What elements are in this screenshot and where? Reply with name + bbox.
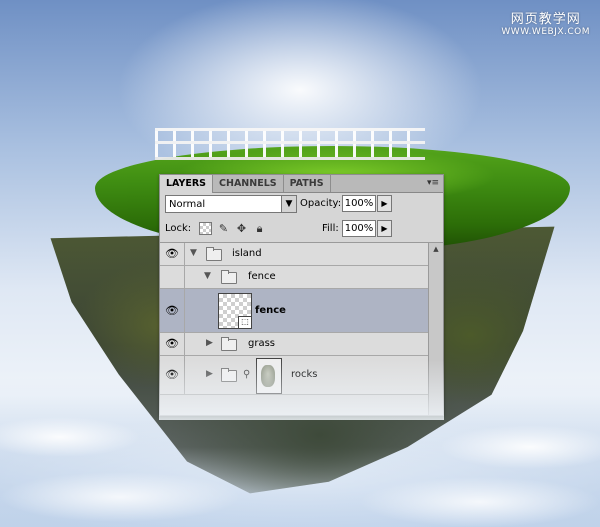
folder-icon: [221, 270, 237, 284]
visibility-toggle[interactable]: 👁︎: [160, 243, 185, 265]
lock-image-pixels-icon[interactable]: ✎: [217, 222, 230, 235]
lock-label: Lock:: [165, 223, 192, 234]
fill-slider-arrow-icon[interactable]: ▶: [377, 220, 392, 237]
layer-mask-thumbnail: [256, 358, 282, 394]
layer-row-fence[interactable]: 👁︎ ⬚ fence: [160, 289, 428, 333]
tab-channels[interactable]: CHANNELS: [213, 175, 284, 192]
opacity-label: Opacity:: [300, 198, 342, 209]
folder-icon: [221, 337, 237, 351]
folder-icon: [221, 368, 237, 382]
layer-name: fence: [255, 304, 286, 316]
opacity-slider-arrow-icon[interactable]: ▶: [377, 195, 392, 212]
expand-triangle-icon[interactable]: ▼: [204, 271, 211, 281]
eye-icon: 👁︎: [165, 303, 179, 317]
smart-object-icon: ⬚: [238, 316, 252, 329]
layer-row-grass[interactable]: 👁︎ ▶ grass: [160, 333, 428, 356]
layer-row-fence-group[interactable]: ▼ fence: [160, 266, 428, 289]
visibility-toggle[interactable]: 👁︎: [160, 289, 185, 332]
expand-triangle-icon[interactable]: ▼: [190, 248, 197, 258]
panel-tab-bar: LAYERS CHANNELS PATHS ▾≡: [160, 175, 443, 193]
tab-paths[interactable]: PATHS: [284, 175, 331, 192]
collapsed-triangle-icon[interactable]: ▶: [206, 369, 213, 379]
opacity-field[interactable]: 100%: [342, 195, 376, 212]
layers-panel: LAYERS CHANNELS PATHS ▾≡ Normal ▼ Opacit…: [159, 174, 444, 416]
lock-fill-row: Lock: ✎ ✥ 🔒︎ Fill: 100% ▶: [163, 220, 440, 240]
lock-position-icon[interactable]: ✥: [235, 222, 248, 235]
visibility-toggle[interactable]: [160, 266, 185, 288]
eye-icon: 👁︎: [165, 247, 179, 260]
layers-list: 👁︎ ▼ island ▼ fence 👁︎ ⬚ fence 👁︎ ▶ gras…: [160, 243, 428, 395]
fill-label: Fill:: [322, 223, 339, 234]
lock-all-icon[interactable]: 🔒︎: [253, 222, 266, 235]
blend-mode-value: Normal: [169, 199, 206, 210]
chevron-down-icon[interactable]: ▼: [281, 195, 297, 213]
layer-name: island: [232, 248, 262, 259]
layer-name: fence: [248, 271, 276, 282]
collapsed-triangle-icon[interactable]: ▶: [206, 338, 213, 348]
eye-icon: 👁︎: [165, 337, 179, 350]
fill-field[interactable]: 100%: [342, 220, 376, 237]
scroll-up-icon[interactable]: ▲: [429, 243, 443, 256]
layer-row-island[interactable]: 👁︎ ▼ island: [160, 243, 428, 266]
blend-opacity-row: Normal ▼ Opacity: 100% ▶: [163, 195, 440, 217]
blend-mode-select[interactable]: Normal ▼: [165, 195, 297, 213]
link-icon[interactable]: ⚲: [243, 369, 250, 380]
watermark-url: WWW.WEBJX.COM: [501, 27, 590, 37]
folder-icon: [206, 247, 222, 261]
layer-name: grass: [248, 338, 276, 349]
white-fence: [155, 128, 425, 160]
visibility-toggle[interactable]: 👁︎: [160, 333, 185, 355]
tab-layers[interactable]: LAYERS: [160, 175, 214, 193]
layer-thumbnail: ⬚: [218, 293, 252, 329]
scrollbar[interactable]: ▲: [428, 243, 443, 415]
panel-menu-icon[interactable]: ▾≡: [427, 178, 439, 188]
lock-transparent-pixels-icon[interactable]: [199, 222, 212, 235]
watermark: 网页教学网 WWW.WEBJX.COM: [501, 8, 590, 37]
eye-icon: 👁︎: [165, 368, 179, 381]
layer-name: rocks: [291, 369, 318, 380]
watermark-title: 网页教学网: [510, 12, 581, 27]
layer-row-rocks[interactable]: 👁︎ ▶ ⚲ rocks: [160, 356, 428, 395]
visibility-toggle[interactable]: 👁︎: [160, 356, 185, 394]
